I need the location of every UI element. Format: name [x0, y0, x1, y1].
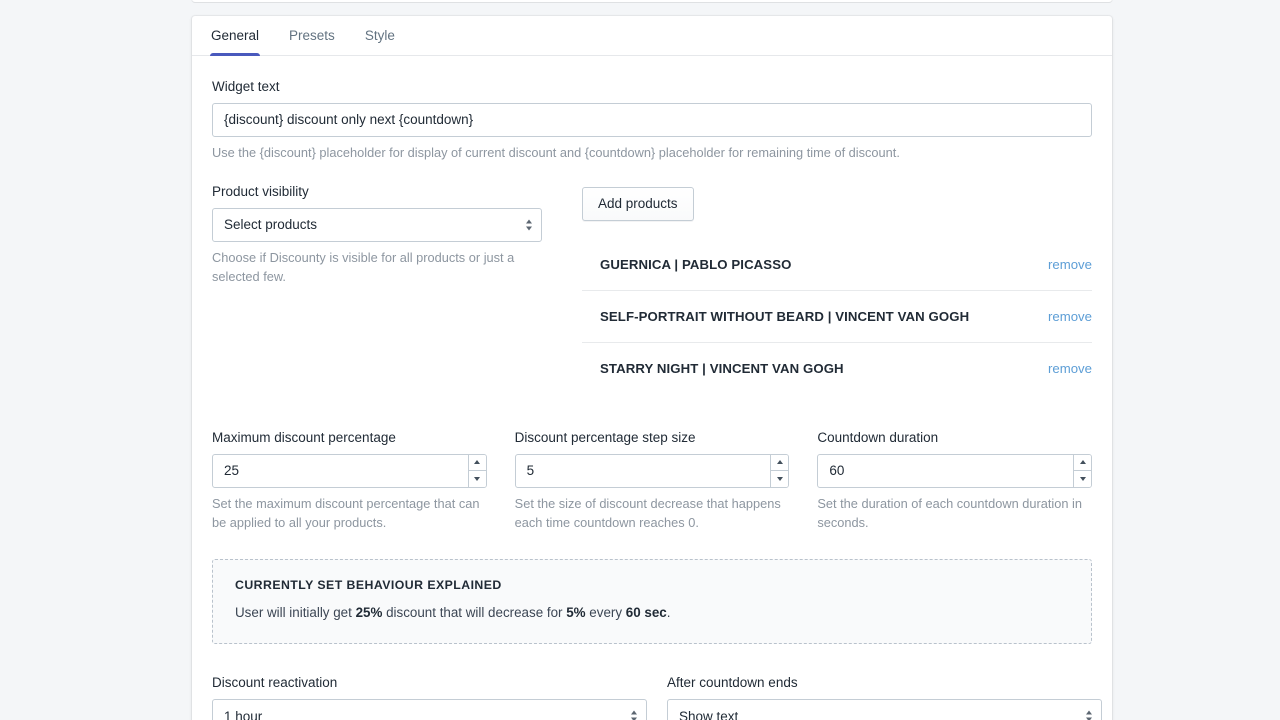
- after-countdown-group: After countdown ends Show text Set behav…: [667, 674, 1102, 720]
- discount-reactivation-group: Discount reactivation 1 hour Set the tim…: [212, 674, 647, 720]
- max-discount-label: Maximum discount percentage: [212, 429, 396, 445]
- tab-style[interactable]: Style: [350, 16, 410, 55]
- behaviour-max-discount-value: 25%: [355, 605, 383, 621]
- countdown-duration-field: [817, 453, 1093, 488]
- previous-card-edge: [192, 0, 1112, 2]
- after-countdown-select[interactable]: Show text: [667, 699, 1102, 720]
- product-visibility-right: Add products GUERNICA | PABLO PICASSO re…: [542, 183, 1092, 395]
- behaviour-title: CURRENTLY SET BEHAVIOUR EXPLAINED: [235, 578, 502, 593]
- behaviour-text: User will initially get 25% discount tha…: [235, 603, 1069, 623]
- after-countdown-select-wrap: Show text: [667, 699, 1102, 720]
- discount-reactivation-select[interactable]: 1 hour: [212, 699, 647, 720]
- countdown-duration-help: Set the duration of each countdown durat…: [817, 495, 1082, 531]
- max-discount-stepper: [467, 454, 486, 487]
- max-discount-input[interactable]: [212, 453, 487, 488]
- behaviour-explained-box: CURRENTLY SET BEHAVIOUR EXPLAINED User w…: [212, 559, 1092, 645]
- product-visibility-left: Product visibility Select products Choos…: [212, 183, 542, 288]
- product-visibility-select-wrap: Select products: [212, 207, 542, 242]
- general-tab-panel: Widget text Use the {discount} placehold…: [192, 56, 1112, 720]
- page-root: General Presets Style Widget text Use th…: [0, 0, 1280, 720]
- table-row: SELF-PORTRAIT WITHOUT BEARD | VINCENT VA…: [582, 291, 1092, 343]
- product-visibility-section: Product visibility Select products Choos…: [212, 183, 1092, 395]
- stepper-up-icon[interactable]: [1074, 454, 1092, 472]
- settings-card: General Presets Style Widget text Use th…: [192, 16, 1112, 720]
- product-visibility-help: Choose if Discounty is visible for all p…: [212, 249, 515, 285]
- product-name: SELF-PORTRAIT WITHOUT BEARD | VINCENT VA…: [600, 308, 970, 324]
- tab-general[interactable]: General: [196, 16, 274, 56]
- add-products-button[interactable]: Add products: [582, 186, 694, 221]
- remove-product-link[interactable]: remove: [1048, 257, 1092, 272]
- numeric-settings-row: Maximum discount percentage Set the maxi…: [212, 429, 1093, 534]
- behaviour-duration-value: 60 sec: [625, 605, 667, 621]
- table-row: GUERNICA | PABLO PICASSO remove: [582, 239, 1092, 291]
- discount-reactivation-select-wrap: 1 hour: [212, 699, 647, 720]
- behaviour-text-part1: User will initially get: [235, 605, 356, 621]
- discount-reactivation-label: Discount reactivation: [212, 675, 338, 691]
- behaviour-text-part2: discount that will decrease for: [382, 605, 567, 621]
- product-visibility-label: Product visibility: [212, 183, 309, 199]
- widget-text-input[interactable]: [212, 102, 1092, 137]
- product-name: STARRY NIGHT | VINCENT VAN GOGH: [600, 361, 844, 377]
- behaviour-step-value: 5%: [566, 605, 586, 621]
- widget-text-help: Use the {discount} placeholder for displ…: [212, 144, 900, 160]
- step-size-label: Discount percentage step size: [514, 429, 696, 445]
- stepper-down-icon[interactable]: [1074, 471, 1092, 487]
- behaviour-text-part3: every: [585, 605, 626, 621]
- stepper-down-icon[interactable]: [771, 471, 789, 487]
- bottom-dropdown-row: Discount reactivation 1 hour Set the tim…: [212, 674, 1102, 720]
- countdown-duration-label: Countdown duration: [817, 429, 939, 445]
- step-size-help: Set the size of discount decrease that h…: [514, 495, 781, 531]
- product-visibility-select[interactable]: Select products: [212, 207, 542, 242]
- after-countdown-label: After countdown ends: [667, 675, 798, 691]
- widget-text-group: Widget text Use the {discount} placehold…: [212, 78, 1092, 163]
- tab-presets[interactable]: Presets: [274, 16, 350, 55]
- stepper-up-icon[interactable]: [468, 454, 486, 472]
- step-size-stepper: [770, 454, 789, 487]
- max-discount-group: Maximum discount percentage Set the maxi…: [212, 429, 487, 534]
- stepper-up-icon[interactable]: [771, 454, 789, 472]
- countdown-duration-stepper: [1073, 454, 1092, 487]
- behaviour-text-part4: .: [666, 605, 671, 621]
- remove-product-link[interactable]: remove: [1048, 309, 1092, 324]
- remove-product-link[interactable]: remove: [1048, 361, 1092, 376]
- step-size-group: Discount percentage step size Set the si…: [514, 429, 790, 534]
- product-name: GUERNICA | PABLO PICASSO: [600, 256, 792, 272]
- max-discount-field: [212, 453, 487, 488]
- step-size-field: [514, 453, 790, 488]
- selected-products-list: GUERNICA | PABLO PICASSO remove SELF-POR…: [582, 239, 1092, 395]
- stepper-down-icon[interactable]: [468, 471, 486, 487]
- step-size-input[interactable]: [514, 453, 790, 488]
- table-row: STARRY NIGHT | VINCENT VAN GOGH remove: [582, 343, 1092, 395]
- tab-bar: General Presets Style: [192, 16, 1112, 56]
- countdown-duration-group: Countdown duration Set the duration of e…: [817, 429, 1093, 534]
- countdown-duration-input[interactable]: [817, 453, 1093, 488]
- widget-text-label: Widget text: [212, 79, 280, 94]
- max-discount-help: Set the maximum discount percentage that…: [212, 495, 480, 531]
